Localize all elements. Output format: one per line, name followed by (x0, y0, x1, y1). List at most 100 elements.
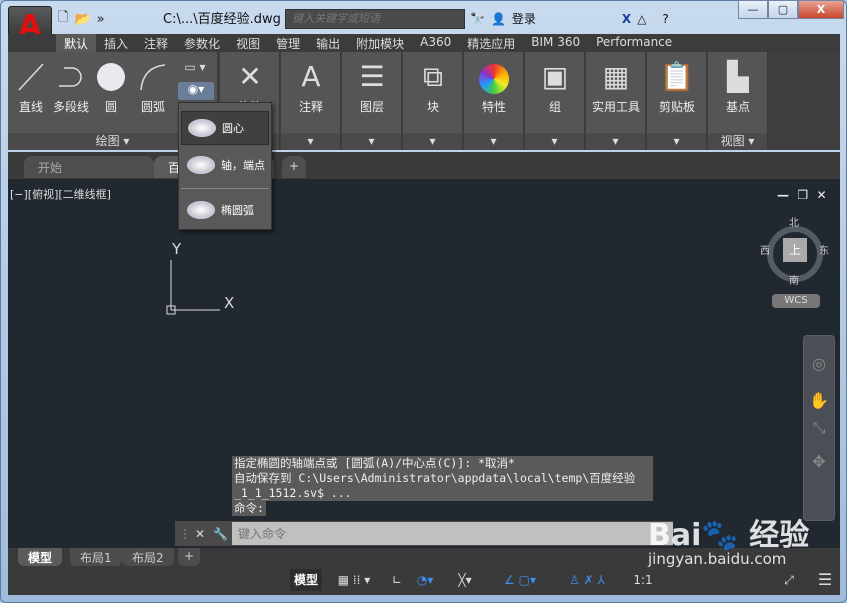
panel-title[interactable]: ▾ (403, 133, 462, 150)
wrench-icon[interactable]: 🔧 (213, 527, 228, 541)
arc-icon (140, 64, 166, 91)
wcs-menu[interactable]: WCS (772, 294, 820, 308)
ellipse-tool[interactable]: ◉▾ (178, 82, 214, 100)
ribbon-tab[interactable]: 输出 (308, 34, 348, 53)
viewcube-top[interactable]: 上 (783, 238, 807, 262)
ribbon-tab[interactable]: 精选应用 (459, 34, 523, 53)
menu-item-label: 轴，端点 (221, 159, 265, 172)
panel-button[interactable]: ▙ 基点 (708, 56, 768, 115)
file-tab-start[interactable]: 开始 (24, 156, 154, 178)
menu-item-axis-end[interactable]: 轴，端点 (181, 148, 269, 182)
panel-button[interactable]: 特性 (464, 56, 524, 115)
panel-button[interactable]: ☰ 图层 (342, 56, 402, 115)
panel-title[interactable]: ▾ (647, 133, 706, 150)
zoom-extents-icon[interactable]: ⤡ (804, 418, 834, 438)
panel-button[interactable]: ▦ 实用工具 (586, 56, 646, 115)
ribbon-tab[interactable]: 默认 (56, 34, 97, 53)
layout-tab-model[interactable]: 模型 (18, 548, 63, 566)
compass-south[interactable]: 南 (789, 272, 799, 287)
panel-title[interactable]: ▾ (525, 133, 584, 150)
command-input[interactable] (232, 522, 673, 545)
polyline-tool[interactable]: 多段线 (50, 62, 92, 115)
login-label[interactable]: 登录 (512, 10, 536, 27)
layout-tab-1[interactable]: 布局1 (70, 548, 122, 566)
grip-handle[interactable]: ⋮ (179, 527, 191, 541)
panel-label: 组 (548, 100, 561, 114)
ucs-icon: Y X (166, 240, 234, 315)
add-layout-button[interactable]: + (178, 548, 201, 566)
grid-button[interactable]: ▦ ⁞⁞ ▾ (326, 569, 382, 591)
elliptical-arc-icon (187, 201, 215, 219)
fullscreen-button[interactable]: ⤢ (778, 569, 800, 591)
orbit-icon[interactable]: ✥ (804, 452, 834, 471)
more-icon[interactable]: » (97, 12, 105, 27)
steering-wheel-icon[interactable]: ◎ (804, 354, 834, 373)
compass-west[interactable]: 西 (760, 242, 770, 257)
annotation-buttons[interactable]: ♙ ✗ ⅄ (556, 569, 618, 591)
ortho-button[interactable]: ∟ (388, 569, 406, 591)
panel-button[interactable]: ▣ 组 (525, 56, 585, 115)
panel-button[interactable]: ⧉ 块 (403, 56, 463, 115)
polyline-icon (59, 67, 82, 87)
polar-button[interactable]: ◔▾ (410, 569, 440, 591)
compass-north[interactable]: 北 (789, 214, 799, 229)
new-tab-button[interactable]: + (282, 156, 307, 178)
help-icon[interactable]: ? (662, 12, 668, 26)
baidu-watermark: Bai🐾 经验 jingyan.baidu.com (648, 518, 810, 568)
user-icon: 👤 (490, 11, 506, 26)
ribbon-tab[interactable]: 管理 (268, 34, 308, 53)
ribbon-tab[interactable]: 注释 (136, 34, 176, 53)
circle-tool[interactable]: 圆 (94, 62, 128, 115)
model-space-button[interactable]: 模型 (290, 569, 322, 591)
menu-item-elliptical-arc[interactable]: 椭圆弧 (181, 193, 269, 227)
minimize-button[interactable]: — (738, 0, 768, 19)
line-tool[interactable]: 直线 (14, 62, 48, 115)
autodesk-icon[interactable]: △ (637, 12, 646, 26)
exchange-icon[interactable]: X (622, 12, 631, 26)
ribbon-tab[interactable]: 参数化 (176, 34, 228, 53)
search-input[interactable] (285, 9, 465, 29)
ribbon-tab[interactable]: Performance (588, 34, 680, 53)
layout-tab-2[interactable]: 布局2 (122, 548, 174, 566)
ribbon-tab[interactable]: 附加模块 (348, 34, 412, 53)
osnap-button[interactable]: ∠ ▢▾ (490, 569, 550, 591)
ribbon-tab[interactable]: BIM 360 (523, 34, 588, 53)
panel-title[interactable]: ▾ (281, 133, 340, 150)
panel-title[interactable]: ▾ (464, 133, 523, 150)
ribbon-panel: 特性 ▾ (464, 52, 524, 150)
viewport-window-controls[interactable]: — ❐ ✕ (777, 188, 827, 202)
menu-item-center[interactable]: 圆心 (181, 111, 269, 145)
panel-title[interactable]: 视图 ▾ (708, 133, 767, 150)
quick-access-toolbar: 🗋 📂 » (52, 8, 112, 30)
open-folder-icon[interactable]: 📂 (74, 12, 90, 27)
panel-button[interactable]: A 注释 (281, 56, 341, 115)
panel-label: 实用工具 (591, 100, 640, 114)
maximize-button[interactable]: ▢ (768, 0, 798, 19)
pan-icon[interactable]: ✋ (804, 391, 834, 410)
isodraft-button[interactable]: ╳▾ (450, 569, 480, 591)
viewcube[interactable]: 上 北 南 东 西 (760, 218, 829, 287)
ribbon-tab[interactable]: A360 (412, 34, 459, 53)
login-area[interactable]: 🔭 👤 登录 X △? (470, 10, 669, 27)
compass-east[interactable]: 东 (819, 242, 829, 257)
ribbon-tab[interactable]: 插入 (96, 34, 136, 53)
panel-title[interactable]: ▾ (586, 133, 645, 150)
ribbon-panel: ▙ 基点视图 ▾ (708, 52, 768, 150)
panel-label: 块 (426, 100, 439, 114)
panel-button[interactable]: 📋 剪贴板 (647, 56, 707, 115)
arc-tool[interactable]: 圆弧 (136, 62, 170, 115)
customize-menu-icon[interactable]: ☰ (814, 569, 836, 591)
ellipse-center-icon (188, 119, 216, 137)
annotation-scale[interactable]: 1:1 (628, 569, 658, 591)
ellipse-axis-icon (187, 156, 215, 174)
close-icon[interactable]: ✕ (195, 527, 205, 541)
tool-label: 多段线 (52, 100, 89, 114)
command-line: ⋮ ✕ 🔧 (175, 521, 673, 546)
new-file-icon[interactable]: 🗋 (58, 8, 68, 30)
close-button[interactable]: X (798, 0, 844, 19)
panel-title[interactable]: ▾ (342, 133, 401, 150)
rectangle-tool[interactable]: ▭ ▾ (178, 60, 212, 74)
ribbon-tab[interactable]: 视图 (228, 34, 268, 53)
viewport-controls[interactable]: [−][俯视][二维线框] (10, 186, 111, 202)
binoculars-icon[interactable]: 🔭 (470, 12, 485, 26)
